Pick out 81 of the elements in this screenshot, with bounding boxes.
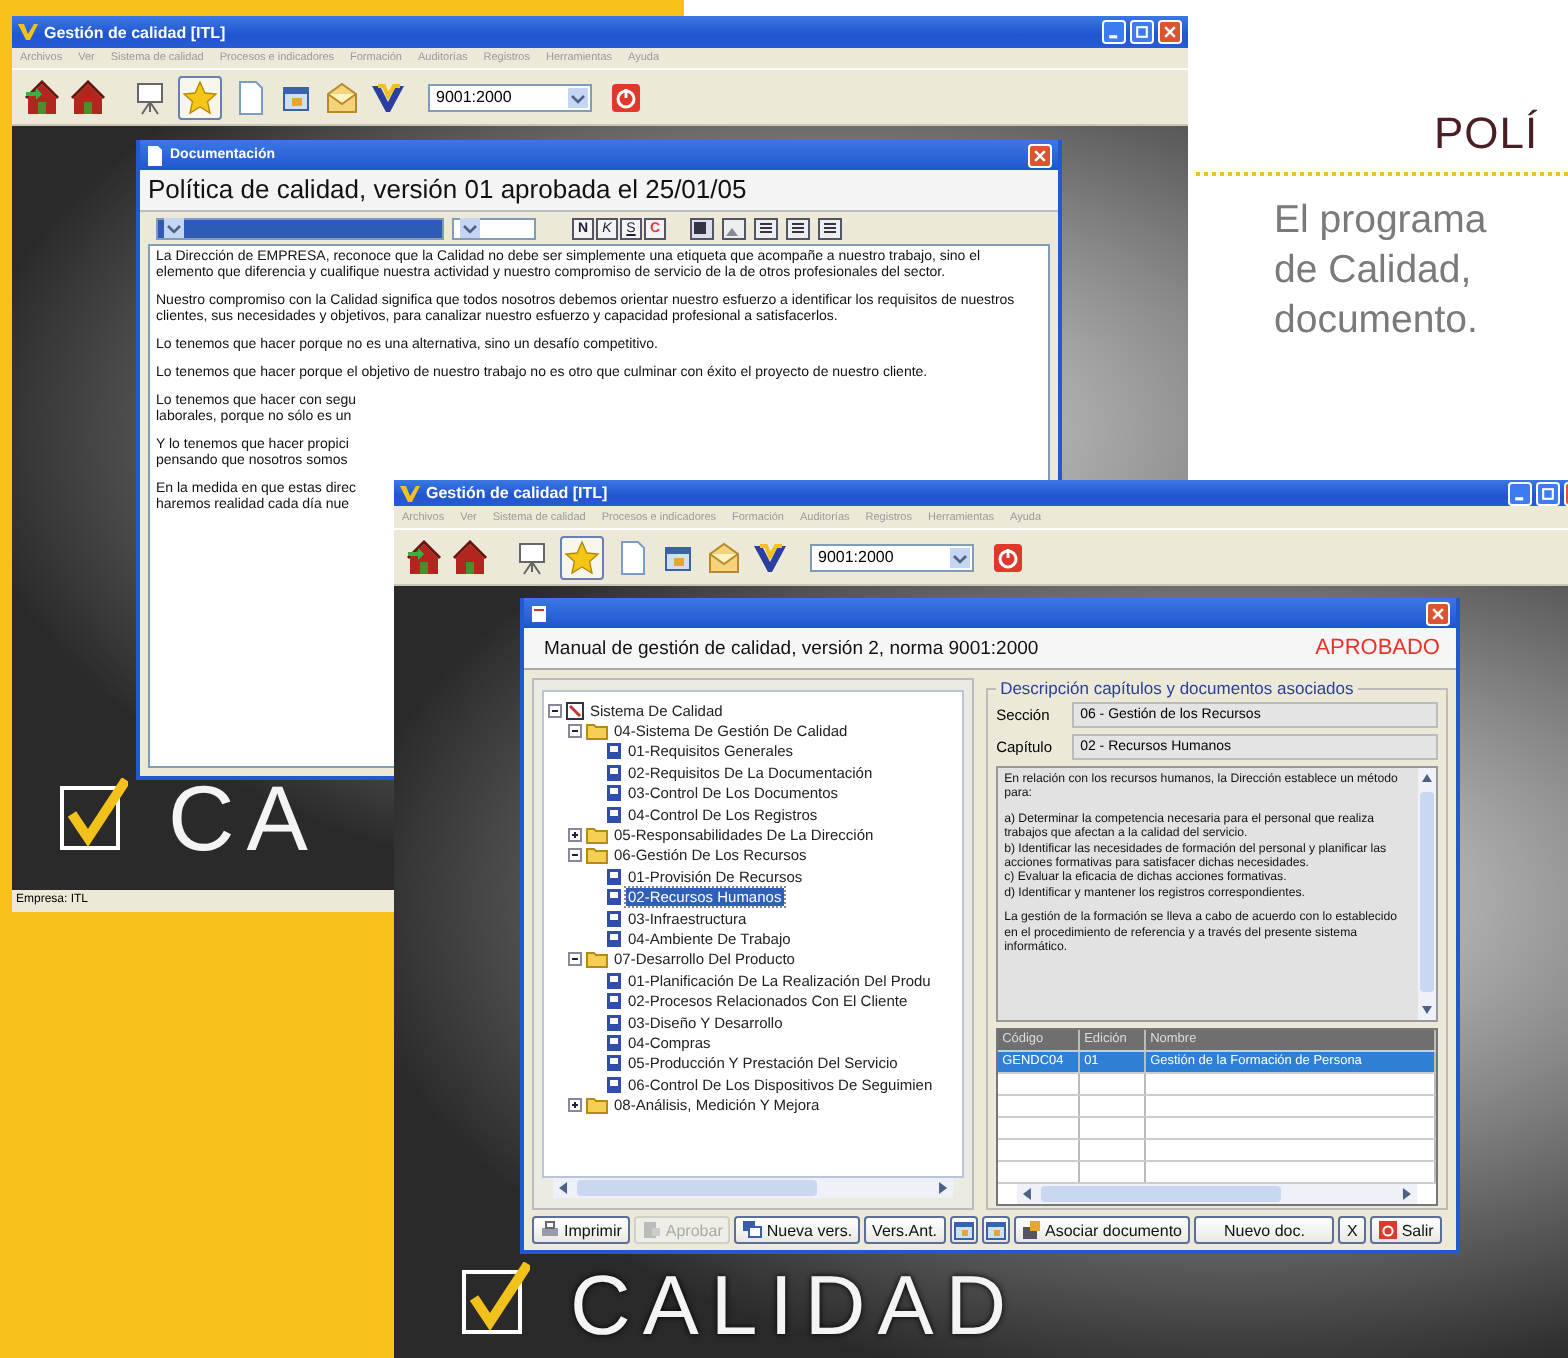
approval-status: APROBADO [1315,636,1440,660]
close-button[interactable] [1158,20,1182,44]
align-left-icon[interactable] [754,217,778,239]
collapse-icon[interactable] [568,848,582,863]
intro-text: El programa de Calidad, documento. [1274,196,1487,346]
table-icon[interactable] [690,217,714,239]
calendar-icon [953,1220,974,1240]
app-logo-icon [400,483,420,503]
close-button[interactable] [1426,601,1450,625]
checkmark-logo-icon [60,778,128,854]
collapse-icon[interactable] [568,952,582,967]
power-icon [1377,1220,1398,1240]
calendar-button[interactable] [981,1216,1010,1244]
power-icon[interactable] [992,541,1024,573]
size-dropdown[interactable] [452,217,536,239]
close-icon [1032,147,1048,163]
minimize-button[interactable] [1508,481,1532,505]
action-button[interactable]: Nueva vers. [734,1216,861,1244]
folder-icon [586,1096,608,1115]
action-button[interactable]: Imprimir [532,1216,630,1244]
folder-icon [586,722,608,741]
collapse-icon[interactable] [548,703,562,718]
close-icon [1430,605,1446,621]
group-title: Descripción capítulos y documentos asociados [998,678,1356,698]
book-icon [530,603,548,623]
page-icon [146,145,164,165]
maximize-icon [1134,24,1150,40]
printer-icon [540,1220,560,1240]
font-dropdown[interactable] [156,217,444,239]
logo-text: CA [168,782,320,854]
align-right-icon[interactable] [818,217,842,239]
standard-dropdown[interactable]: 9001:2000 [810,543,974,571]
envelope-icon[interactable] [706,539,742,575]
close-icon [1162,24,1178,40]
envelope-icon[interactable] [324,79,360,115]
maximize-icon [1540,485,1556,501]
house-icon[interactable] [70,79,106,115]
document-title: Política de calidad, versión 01 aprobada el 25/01/05 [140,170,1058,212]
action-button[interactable]: Asociar documento [1013,1216,1190,1244]
star-icon [182,79,218,115]
image-icon[interactable] [722,217,746,239]
close-button[interactable] [1028,143,1052,167]
star-toggle[interactable] [560,535,604,579]
easel-icon[interactable] [514,539,550,575]
windows-icon [742,1220,763,1240]
house-icon[interactable] [406,539,442,575]
v-logo-icon[interactable] [370,79,406,115]
logo-text: CALIDAD [570,1274,1019,1338]
align-center-icon[interactable] [786,217,810,239]
action-button[interactable]: Vers.Ant. [864,1216,946,1244]
window-title: Gestión de calidad [ITL] [426,484,610,502]
document-title: Manual de gestión de calidad, versión 2, norma 9001:2000 [544,637,1039,659]
v-logo-icon[interactable] [752,539,788,575]
book-icon [566,701,584,720]
expand-icon[interactable] [568,1098,582,1113]
folder-icon [586,950,608,969]
action-button[interactable]: Salir [1369,1216,1442,1244]
star-icon [564,539,600,575]
expand-icon[interactable] [568,828,582,843]
calendar-icon [985,1220,1006,1240]
standard-dropdown[interactable]: 9001:2000 [428,83,592,111]
action-button[interactable]: X [1338,1216,1366,1244]
folder-icon [586,846,608,865]
vertical-scrollbar[interactable] [1418,768,1436,1020]
window-title: Gestión de calidad [ITL] [44,23,228,41]
minimize-button[interactable] [1102,20,1126,44]
app-logo-icon [18,22,38,42]
calendar-button[interactable] [949,1216,978,1244]
power-icon[interactable] [610,81,642,113]
house-icon[interactable] [24,79,60,115]
action-button[interactable]: Nuevo doc. [1194,1216,1335,1244]
page-heading: POLÍ [1434,108,1539,160]
star-toggle[interactable] [178,75,222,119]
maximize-button[interactable] [1536,481,1560,505]
easel-icon[interactable] [132,79,168,115]
folder-icon [586,826,608,845]
maximize-button[interactable] [1130,20,1154,44]
description-box[interactable] [996,766,1438,1022]
house-icon[interactable] [452,539,488,575]
checkmark-logo-icon [462,1262,530,1338]
collapse-icon[interactable] [568,724,582,739]
